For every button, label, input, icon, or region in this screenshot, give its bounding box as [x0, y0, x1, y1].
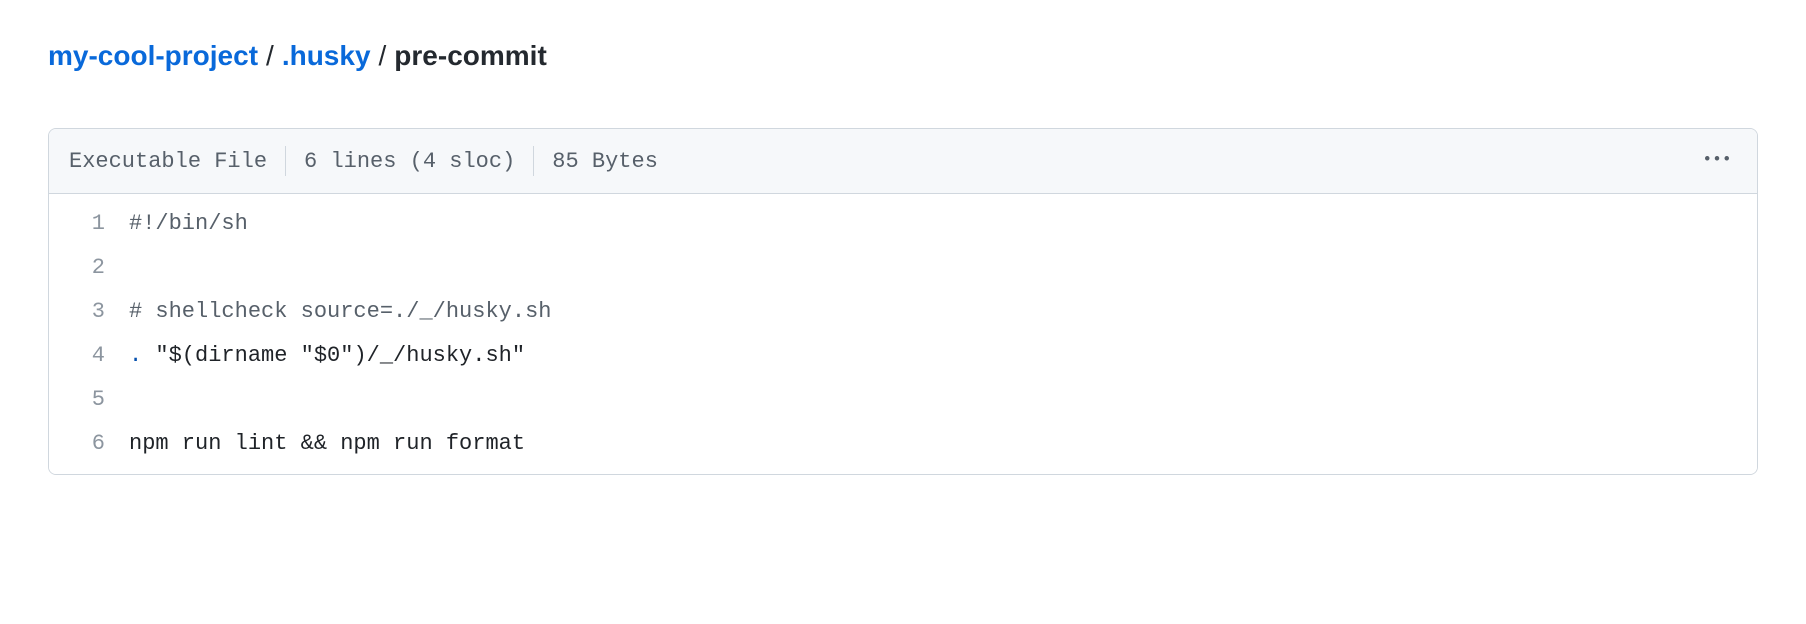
line-number[interactable]: 1 — [49, 202, 129, 246]
code-line: 4 . "$(dirname "$0")/_/husky.sh" — [49, 334, 1757, 378]
code-body: 1 #!/bin/sh 2 3 # shellcheck source=./_/… — [49, 194, 1757, 474]
code-line: 2 — [49, 246, 1757, 290]
breadcrumb-current-file: pre-commit — [394, 40, 546, 72]
line-number[interactable]: 6 — [49, 422, 129, 466]
file-header: Executable File 6 lines (4 sloc) 85 Byte… — [49, 129, 1757, 194]
breadcrumb-separator: / — [379, 40, 387, 72]
line-content: # shellcheck source=./_/husky.sh — [129, 290, 551, 334]
line-number[interactable]: 4 — [49, 334, 129, 378]
file-lines-label: 6 lines (4 sloc) — [286, 149, 533, 174]
line-content: #!/bin/sh — [129, 202, 248, 246]
code-line: 5 — [49, 378, 1757, 422]
breadcrumb-root-link[interactable]: my-cool-project — [48, 40, 258, 72]
code-token-builtin: . — [129, 343, 142, 368]
code-line: 3 # shellcheck source=./_/husky.sh — [49, 290, 1757, 334]
breadcrumb-separator: / — [266, 40, 274, 72]
line-number[interactable]: 2 — [49, 246, 129, 290]
code-line: 6 npm run lint && npm run format — [49, 422, 1757, 474]
breadcrumb: my-cool-project / .husky / pre-commit — [48, 40, 1758, 72]
breadcrumb-folder-link[interactable]: .husky — [282, 40, 371, 72]
file-viewer: Executable File 6 lines (4 sloc) 85 Byte… — [48, 128, 1758, 475]
line-content: npm run lint && npm run format — [129, 422, 525, 466]
code-token-string: "$(dirname "$0")/_/husky.sh" — [142, 343, 525, 368]
line-content: . "$(dirname "$0")/_/husky.sh" — [129, 334, 525, 378]
line-number[interactable]: 5 — [49, 378, 129, 422]
line-number[interactable]: 3 — [49, 290, 129, 334]
code-line: 1 #!/bin/sh — [49, 194, 1757, 246]
file-executable-label: Executable File — [69, 149, 285, 174]
file-info: Executable File 6 lines (4 sloc) 85 Byte… — [69, 146, 676, 176]
file-size-label: 85 Bytes — [534, 149, 676, 174]
kebab-menu-icon[interactable] — [1697, 143, 1737, 179]
